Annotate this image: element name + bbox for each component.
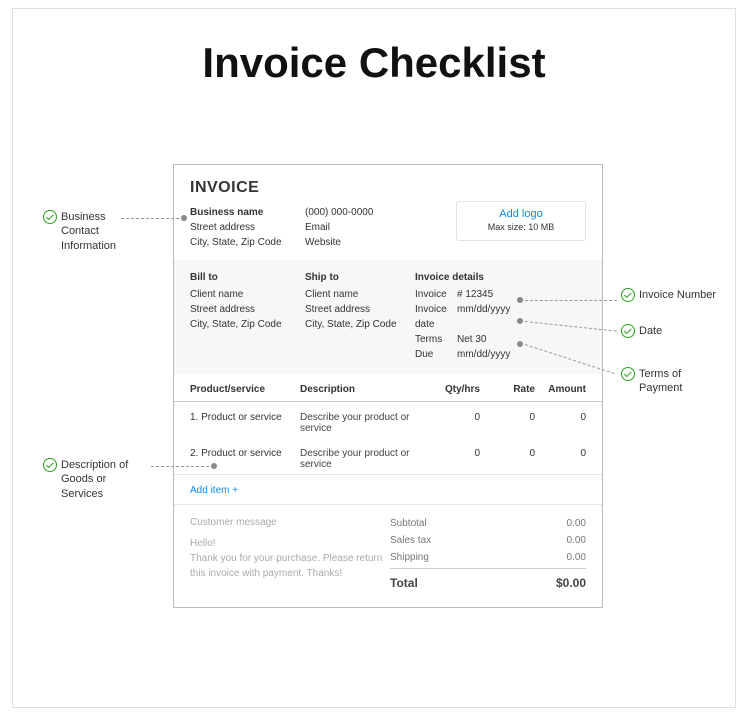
connector-dot: [517, 341, 523, 347]
bill-to-name: Client name: [190, 287, 305, 302]
annotation-invoice-number: Invoice Number: [621, 288, 716, 302]
connector-line: [121, 218, 179, 219]
terms-key: Terms: [415, 332, 457, 347]
invoice-footer: Customer message Hello! Thank you for yo…: [174, 505, 602, 607]
ship-to: Ship to Client name Street address City,…: [305, 270, 415, 362]
row-qty: 0: [425, 448, 480, 470]
annotation-date: Date: [621, 324, 662, 338]
annotation-text: Business Contact Information: [61, 210, 116, 253]
check-icon: [621, 288, 635, 302]
col-product: Product/service: [190, 384, 300, 395]
col-description: Description: [300, 384, 425, 395]
ship-to-city: City, State, Zip Code: [305, 317, 415, 332]
customer-message: Customer message Hello! Thank you for yo…: [190, 515, 390, 593]
invoice-date-value: mm/dd/yyyy: [457, 302, 510, 332]
row-rate: 0: [480, 412, 535, 434]
invoice-card: INVOICE Business name Street address Cit…: [173, 164, 603, 608]
connector-dot: [211, 463, 217, 469]
invoice-number-key: Invoice: [415, 287, 457, 302]
row-description: Describe your product or service: [300, 412, 425, 434]
annotation-text: Terms of Payment: [639, 367, 682, 396]
row-qty: 0: [425, 412, 480, 434]
connector-dot: [517, 318, 523, 324]
tax-value: 0.00: [567, 532, 586, 549]
invoice-heading: INVOICE: [190, 179, 586, 197]
ship-to-label: Ship to: [305, 270, 415, 285]
invoice-details: Invoice details Invoice# 12345 Invoice d…: [415, 270, 586, 362]
customer-message-body: Hello! Thank you for your purchase. Plea…: [190, 536, 390, 581]
shipping-value: 0.00: [567, 549, 586, 566]
invoice-header: INVOICE Business name Street address Cit…: [174, 165, 602, 260]
business-website: Website: [305, 235, 415, 250]
logo-upload-box[interactable]: Add logo Max size: 10 MB: [456, 201, 586, 241]
customer-message-title: Customer message: [190, 515, 390, 530]
check-icon: [43, 210, 57, 224]
col-qty: Qty/hrs: [425, 384, 480, 395]
bill-to: Bill to Client name Street address City,…: [190, 270, 305, 362]
row-rate: 0: [480, 448, 535, 470]
row-amount: 0: [535, 412, 586, 434]
business-address: Business name Street address City, State…: [190, 205, 305, 250]
row-amount: 0: [535, 448, 586, 470]
connector-line: [525, 300, 617, 301]
invoice-date-key: Invoice date: [415, 302, 457, 332]
row-product: 1. Product or service: [190, 412, 300, 434]
business-contact: (000) 000-0000 Email Website: [305, 205, 415, 250]
ship-to-name: Client name: [305, 287, 415, 302]
logo-max-size: Max size: 10 MB: [457, 222, 585, 232]
details-band: Bill to Client name Street address City,…: [174, 260, 602, 374]
add-logo-link[interactable]: Add logo: [457, 208, 585, 220]
annotation-goods: Description of Goods or Services: [43, 458, 153, 501]
check-icon: [621, 367, 635, 381]
invoice-details-label: Invoice details: [415, 270, 586, 285]
subtotal-label: Subtotal: [390, 515, 427, 532]
business-city: City, State, Zip Code: [190, 235, 305, 250]
row-description: Describe your product or service: [300, 448, 425, 470]
bill-to-street: Street address: [190, 302, 305, 317]
annotation-business-contact: Business Contact Information: [43, 210, 153, 253]
check-icon: [621, 324, 635, 338]
annotation-terms: Terms of Payment: [621, 367, 682, 396]
totals: Subtotal0.00 Sales tax0.00 Shipping0.00 …: [390, 515, 586, 593]
table-row: 1. Product or service Describe your prod…: [174, 402, 602, 438]
bill-to-label: Bill to: [190, 270, 305, 285]
due-key: Due: [415, 347, 457, 362]
due-value: mm/dd/yyyy: [457, 347, 510, 362]
connector-line: [151, 466, 209, 467]
tax-label: Sales tax: [390, 532, 431, 549]
terms-value: Net 30: [457, 332, 486, 347]
table-header: Product/service Description Qty/hrs Rate…: [174, 374, 602, 402]
shipping-label: Shipping: [390, 549, 429, 566]
add-item-link[interactable]: Add item +: [174, 474, 602, 505]
annotation-text: Description of Goods or Services: [61, 458, 128, 501]
invoice-number-value: # 12345: [457, 287, 493, 302]
business-email: Email: [305, 220, 415, 235]
annotation-text: Date: [639, 325, 662, 337]
page-title: Invoice Checklist: [13, 39, 735, 87]
total-label: Total: [390, 573, 418, 593]
bill-to-city: City, State, Zip Code: [190, 317, 305, 332]
check-icon: [43, 458, 57, 472]
business-name: Business name: [190, 205, 305, 220]
business-phone: (000) 000-0000: [305, 205, 415, 220]
subtotal-value: 0.00: [567, 515, 586, 532]
business-street: Street address: [190, 220, 305, 235]
connector-dot: [517, 297, 523, 303]
connector-dot: [181, 215, 187, 221]
col-rate: Rate: [480, 384, 535, 395]
table-row: 2. Product or service Describe your prod…: [174, 438, 602, 474]
annotation-text: Invoice Number: [639, 289, 716, 301]
col-amount: Amount: [535, 384, 586, 395]
total-value: $0.00: [556, 573, 586, 593]
ship-to-street: Street address: [305, 302, 415, 317]
page-frame: Invoice Checklist INVOICE Business name …: [12, 8, 736, 708]
